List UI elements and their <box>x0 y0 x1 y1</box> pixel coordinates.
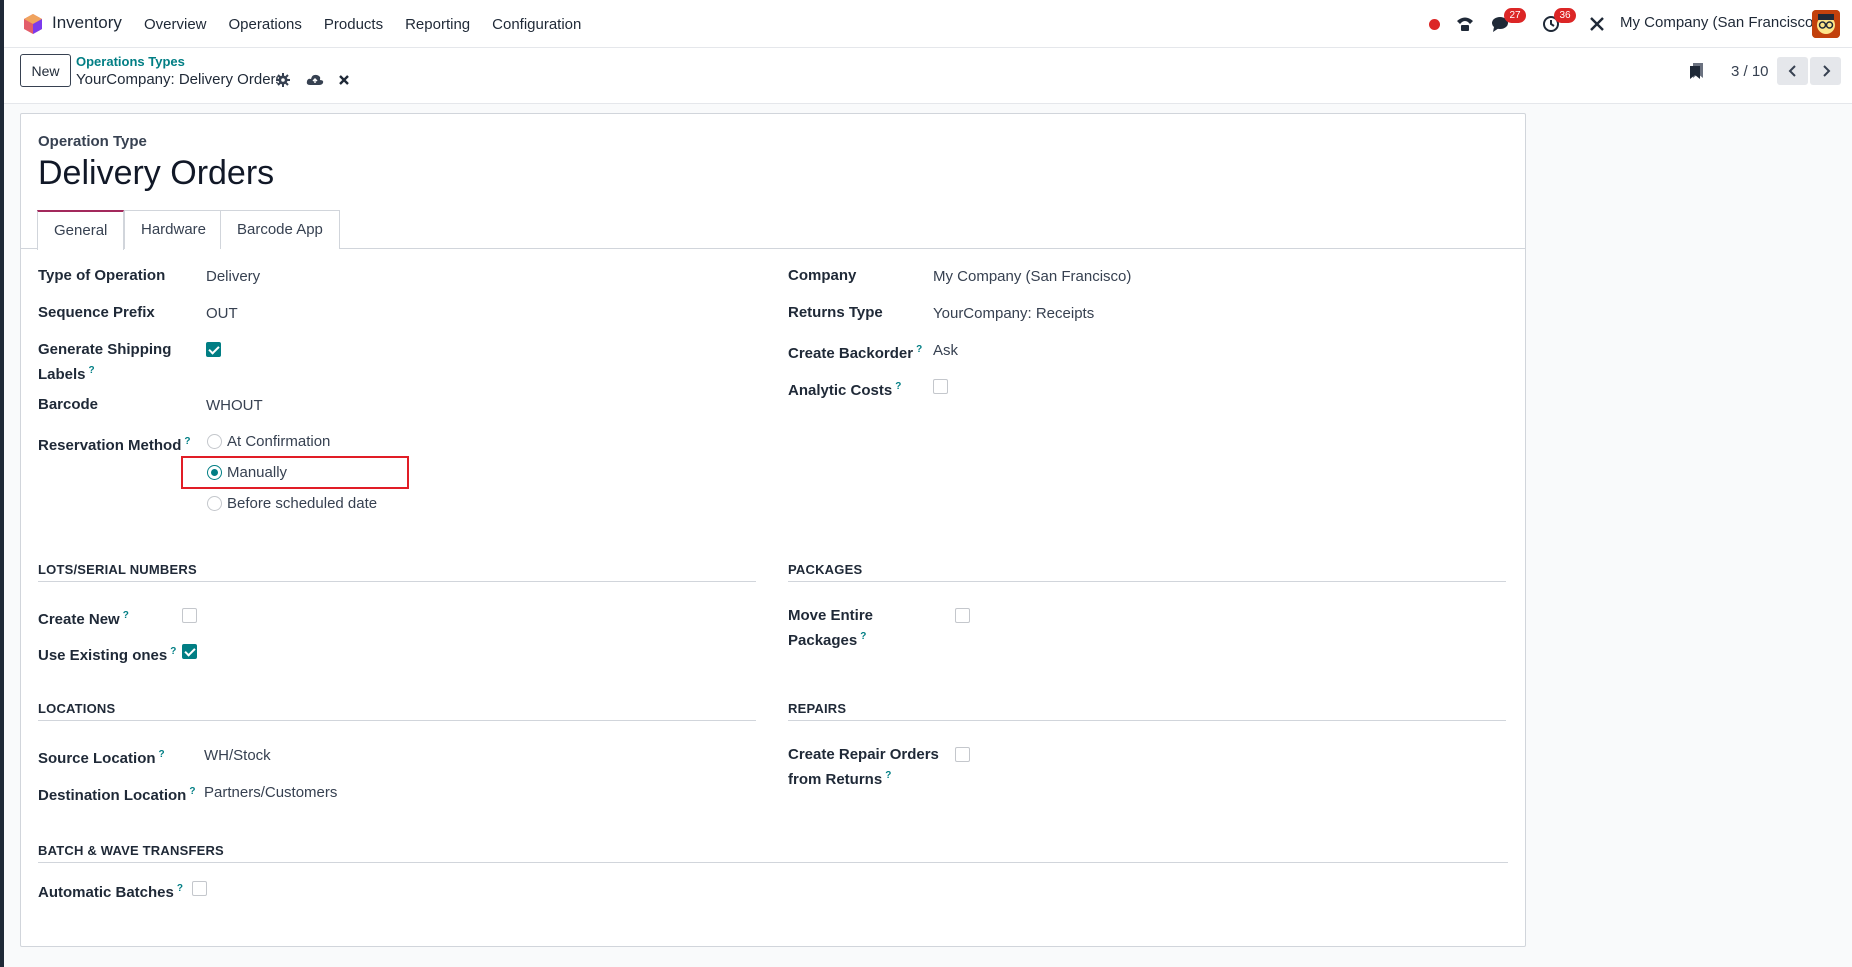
discard-close-icon[interactable] <box>335 71 353 89</box>
use-existing-lots-checkbox[interactable] <box>182 644 197 659</box>
returns-type-label: Returns Type <box>788 304 883 321</box>
help-tooltip-icon[interactable]: ? <box>123 610 129 621</box>
sequence-prefix-label: Sequence Prefix <box>38 304 155 321</box>
menu-operations[interactable]: Operations <box>229 16 302 33</box>
control-panel: New Operations Types YourCompany: Delive… <box>4 48 1852 104</box>
operation-type-name[interactable]: Delivery Orders <box>38 154 274 193</box>
move-entire-packages-checkbox[interactable] <box>955 608 970 623</box>
returns-type-field[interactable]: YourCompany: Receipts <box>933 303 1094 324</box>
menu-reporting[interactable]: Reporting <box>405 16 470 33</box>
help-tooltip-icon[interactable]: ? <box>895 381 901 392</box>
breadcrumb-operations-types[interactable]: Operations Types <box>76 54 185 69</box>
help-tooltip-icon[interactable]: ? <box>885 770 891 781</box>
messages-badge: 27 <box>1504 8 1526 23</box>
lots-section-title: LOTS/SERIAL NUMBERS <box>38 562 197 577</box>
save-cloud-icon[interactable] <box>306 71 324 89</box>
locations-section-title: LOCATIONS <box>38 701 116 716</box>
reservation-before-scheduled-radio[interactable] <box>207 496 222 511</box>
company-switcher[interactable]: My Company (San Francisco) <box>1620 14 1818 31</box>
reservation-at-confirmation-radio[interactable] <box>207 434 222 449</box>
packages-section-title: PACKAGES <box>788 562 863 577</box>
type-of-operation-label: Type of Operation <box>38 267 166 284</box>
help-tooltip-icon[interactable]: ? <box>860 631 866 642</box>
company-label: Company <box>788 267 857 284</box>
menu-products[interactable]: Products <box>324 16 383 33</box>
activities-icon[interactable]: 36 <box>1540 8 1576 36</box>
breadcrumb-current-record: YourCompany: Delivery Orders <box>76 71 284 88</box>
source-location-label: Source Location? <box>38 749 165 767</box>
use-existing-label: Use Existing ones? <box>38 646 177 664</box>
help-tooltip-icon[interactable]: ? <box>177 883 183 894</box>
barcode-label: Barcode <box>38 396 99 413</box>
phone-icon[interactable] <box>1455 12 1475 36</box>
create-new-lots-checkbox[interactable] <box>182 608 197 623</box>
main-menu: Overview Operations Products Reporting C… <box>144 0 603 48</box>
bookmark-icon[interactable] <box>1687 61 1707 81</box>
create-repair-label-line2: from Returns? <box>788 770 892 788</box>
destination-location-label: Destination Location? <box>38 786 196 804</box>
destination-location-field[interactable]: Partners/Customers <box>204 782 337 803</box>
top-navbar: Inventory Overview Operations Products R… <box>4 0 1852 48</box>
move-entire-label-line1: Move Entire <box>788 607 874 624</box>
company-field[interactable]: My Company (San Francisco) <box>933 266 1131 287</box>
help-tooltip-icon[interactable]: ? <box>159 749 165 760</box>
tab-hardware[interactable]: Hardware <box>124 210 224 249</box>
help-tooltip-icon[interactable]: ? <box>916 344 922 355</box>
tab-general[interactable]: General <box>37 210 125 250</box>
source-location-field[interactable]: WH/Stock <box>204 745 271 766</box>
pager-next-button[interactable] <box>1810 57 1841 85</box>
app-name[interactable]: Inventory <box>52 13 122 33</box>
messages-icon[interactable]: 27 <box>1490 8 1526 36</box>
analytic-costs-checkbox[interactable] <box>933 379 948 394</box>
inventory-app-icon[interactable] <box>21 12 45 36</box>
generate-shipping-labels-checkbox[interactable] <box>206 342 221 357</box>
sequence-prefix-field[interactable]: OUT <box>206 303 238 324</box>
locations-section-divider <box>38 720 756 721</box>
lots-section-divider <box>38 581 756 582</box>
move-entire-label-line2: Packages? <box>788 631 867 649</box>
batch-section-title: BATCH & WAVE TRANSFERS <box>38 843 224 858</box>
highlight-annotation-box <box>181 456 409 489</box>
batch-section-divider <box>38 862 1508 863</box>
reservation-at-confirmation-label[interactable]: At Confirmation <box>227 431 330 452</box>
operation-type-label: Operation Type <box>38 133 147 150</box>
create-backorder-field[interactable]: Ask <box>933 340 958 361</box>
record-gear-icon[interactable] <box>274 71 292 89</box>
new-button[interactable]: New <box>20 54 71 87</box>
menu-overview[interactable]: Overview <box>144 16 207 33</box>
analytic-costs-label: Analytic Costs? <box>788 381 902 399</box>
repairs-section-title: REPAIRS <box>788 701 847 716</box>
create-repair-label-line1: Create Repair Orders <box>788 746 939 763</box>
tab-barcode-app[interactable]: Barcode App <box>220 210 340 249</box>
generate-shipping-label-line2: Labels? <box>38 365 95 383</box>
user-avatar[interactable] <box>1812 10 1840 38</box>
repairs-section-divider <box>788 720 1506 721</box>
generate-shipping-label-line1: Generate Shipping <box>38 341 172 358</box>
pager-previous-button[interactable] <box>1777 57 1808 85</box>
form-sheet: Operation Type Delivery Orders General H… <box>20 113 1526 947</box>
create-repair-orders-checkbox[interactable] <box>955 747 970 762</box>
help-tooltip-icon[interactable]: ? <box>170 646 176 657</box>
automatic-batches-label: Automatic Batches? <box>38 883 183 901</box>
create-new-label: Create New? <box>38 610 129 628</box>
reservation-before-scheduled-label[interactable]: Before scheduled date <box>227 493 377 514</box>
form-tabs: General Hardware Barcode App <box>21 210 1525 250</box>
recording-dot-icon[interactable] <box>1429 12 1440 36</box>
help-tooltip-icon[interactable]: ? <box>184 436 190 447</box>
reservation-method-label: Reservation Method? <box>38 436 191 454</box>
packages-section-divider <box>788 581 1506 582</box>
pager-value[interactable]: 3 / 10 <box>1731 63 1769 80</box>
create-backorder-label: Create Backorder? <box>788 344 923 362</box>
tools-icon[interactable] <box>1589 12 1605 36</box>
automatic-batches-checkbox[interactable] <box>192 881 207 896</box>
help-tooltip-icon[interactable]: ? <box>189 786 195 797</box>
type-of-operation-field[interactable]: Delivery <box>206 266 260 287</box>
barcode-field[interactable]: WHOUT <box>206 395 263 416</box>
activities-badge: 36 <box>1554 8 1576 23</box>
help-tooltip-icon[interactable]: ? <box>89 365 95 376</box>
menu-configuration[interactable]: Configuration <box>492 16 581 33</box>
